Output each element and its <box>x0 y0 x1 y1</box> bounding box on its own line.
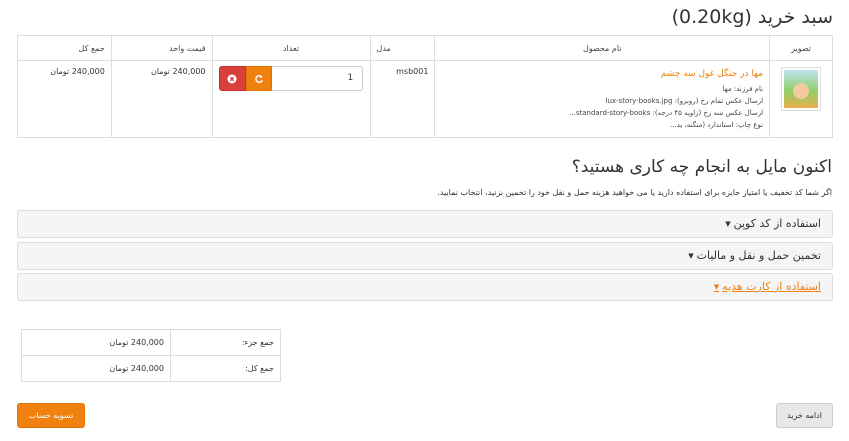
row-total: 240,000 تومان <box>17 60 112 138</box>
product-name-link[interactable]: مها در جنگل غول سه چشم <box>441 69 763 79</box>
checkout-button[interactable]: تسویه حساب <box>17 403 85 428</box>
page-title: سبد خرید (0.20kg) <box>671 6 833 28</box>
coupon-panel-label: استفاده از کد کوپن <box>733 217 821 230</box>
product-option: ارسال عکس تمام رخ (روبرو): lux-story-boo… <box>605 97 764 105</box>
unit-price: 240,000 تومان <box>110 60 213 138</box>
remove-item-button[interactable] <box>218 66 246 91</box>
next-steps-title: اکنون مایل به انجام چه کاری هستید؟ <box>571 157 832 177</box>
quantity-cell: 1 <box>211 60 371 138</box>
product-option: ارسال عکس سه رخ (زاویه ۴۵ درجه): standar… <box>569 109 764 117</box>
product-name-cell: مها در جنگل غول سه چشم نام فرزند: مها ار… <box>434 60 771 138</box>
column-header-quantity: تعداد <box>211 35 371 61</box>
column-header-unit-price: قیمت واحد <box>110 35 213 61</box>
shipping-panel-label: تخمین حمل و نقل و مالیات <box>696 249 821 262</box>
caret-down-icon: ▼ <box>713 283 720 291</box>
next-steps-description: اگر شما کد تخفیف یا امتیاز جایزه برای اس… <box>437 188 832 197</box>
product-model: msb001 <box>369 60 436 138</box>
product-thumbnail[interactable] <box>781 67 822 111</box>
continue-shopping-button[interactable]: ادامه خرید <box>776 403 833 428</box>
product-image-cell <box>769 60 833 138</box>
cart-header-row: تصویر نام محصول مدل تعداد قیمت واحد جمع … <box>17 35 833 61</box>
column-header-model: مدل <box>369 35 436 61</box>
quantity-input[interactable]: 1 <box>270 66 363 91</box>
update-quantity-button[interactable] <box>245 66 272 91</box>
caret-down-icon: ▼ <box>688 252 694 260</box>
times-circle-icon <box>227 74 237 83</box>
caret-down-icon: ▼ <box>725 220 731 228</box>
product-option: نام فرزند: مها <box>722 85 764 93</box>
cart-table: تصویر نام محصول مدل تعداد قیمت واحد جمع … <box>17 35 833 138</box>
subtotal-label: جمع جزء: <box>170 329 281 356</box>
quantity-stepper: 1 <box>218 66 363 91</box>
product-option: نوع چاپ: استاندارد (منگنه، ید... <box>670 121 764 129</box>
book-cover-image <box>784 70 819 108</box>
shipping-estimate-panel[interactable]: تخمین حمل و نقل و مالیات▼ <box>17 242 833 270</box>
column-header-total: جمع کل <box>17 35 112 61</box>
coupon-panel[interactable]: استفاده از کد کوپن▼ <box>17 210 833 238</box>
grand-total-label: جمع کل: <box>170 355 281 382</box>
grand-total-row: جمع کل: 240,000 تومان <box>21 355 281 382</box>
grand-total-value: 240,000 تومان <box>21 355 171 382</box>
gift-voucher-panel[interactable]: استفاده از کارت هدیه▼ <box>17 273 833 301</box>
column-header-name: نام محصول <box>434 35 771 61</box>
voucher-panel-label: استفاده از کارت هدیه <box>722 280 821 293</box>
totals-table: جمع جزء: 240,000 تومان جمع کل: 240,000 ت… <box>21 329 281 382</box>
refresh-icon <box>254 74 263 83</box>
subtotal-value: 240,000 تومان <box>21 329 171 356</box>
subtotal-row: جمع جزء: 240,000 تومان <box>21 329 281 356</box>
table-row: مها در جنگل غول سه چشم نام فرزند: مها ار… <box>17 60 833 138</box>
column-header-image: تصویر <box>769 35 833 61</box>
